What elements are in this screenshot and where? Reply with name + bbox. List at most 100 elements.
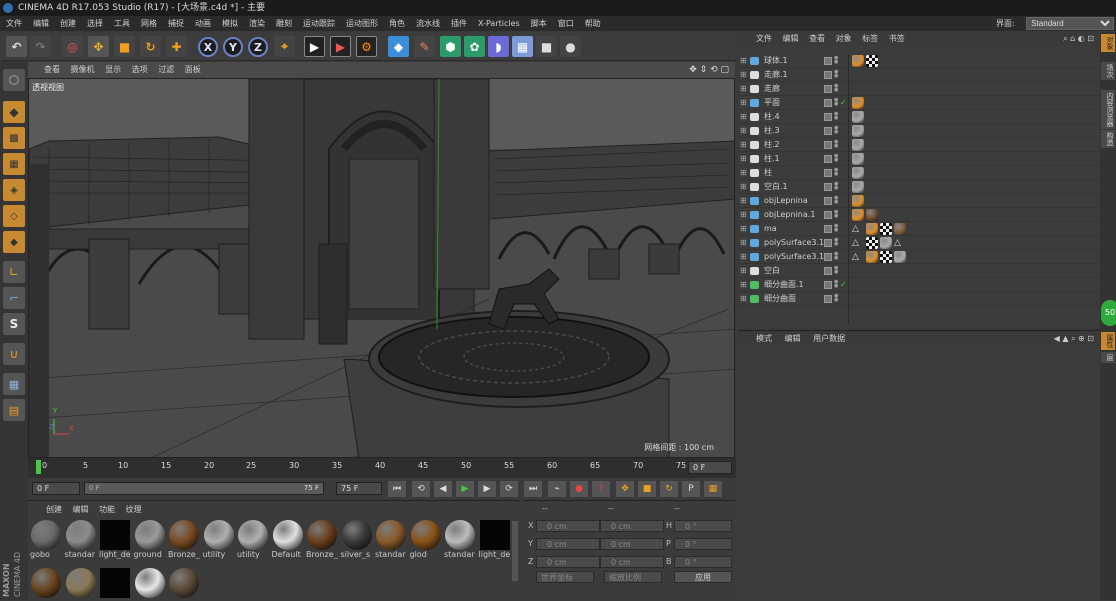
coord-pos-x[interactable]: 0 cm <box>536 520 600 532</box>
go-to-start-icon[interactable]: ⏮ <box>388 481 406 497</box>
tab-layers[interactable]: 层 <box>1101 352 1115 363</box>
layer-icon[interactable] <box>824 155 832 163</box>
material-swatch[interactable]: standar <box>444 519 476 564</box>
visibility-dots-icon[interactable]: ● ● <box>834 252 839 262</box>
material-tag-icon[interactable] <box>866 209 878 221</box>
prev-key-icon[interactable]: ⟲ <box>412 481 430 497</box>
viewport-menu-camera[interactable]: 摄像机 <box>71 65 95 74</box>
material-tag-icon[interactable] <box>852 111 864 123</box>
column-divider[interactable] <box>848 54 849 324</box>
rotate-tool-icon[interactable]: ↻ <box>140 36 161 57</box>
object-row[interactable]: ⊞ objLepnina.1 ● ● <box>738 208 1100 222</box>
pen-tool-icon[interactable]: ✎ <box>414 36 435 57</box>
material-tag-icon[interactable] <box>866 251 878 263</box>
material-tag-icon[interactable] <box>852 125 864 137</box>
expand-icon[interactable]: ⊞ <box>740 82 747 96</box>
attribute-menu-mode[interactable]: 模式 <box>756 334 772 343</box>
edges-mode-icon[interactable]: ◇ <box>3 205 25 227</box>
coord-pos-z[interactable]: 0 cm <box>536 556 600 568</box>
viewport-menu-view[interactable]: 查看 <box>44 65 60 74</box>
material-tag-icon[interactable] <box>894 251 906 263</box>
layer-icon[interactable] <box>824 85 832 93</box>
visibility-dots-icon[interactable]: ● ● <box>834 126 839 136</box>
layer-icon[interactable] <box>824 127 832 135</box>
tab-objects[interactable]: 对象 <box>1101 34 1115 52</box>
menu-pipeline[interactable]: 流水线 <box>416 19 440 28</box>
live-select-icon[interactable]: ◎ <box>62 36 83 57</box>
visibility-dots-icon[interactable]: ● ● <box>834 182 839 192</box>
visibility-dots-icon[interactable]: ● ● <box>834 210 839 220</box>
object-name[interactable]: 细分曲面.1 <box>764 278 804 292</box>
cloner-icon[interactable]: ✿ <box>464 36 485 57</box>
tab-content-browser[interactable]: 内容浏览器 <box>1101 90 1115 129</box>
object-row[interactable]: ⊞ 球体.1 ● ● <box>738 54 1100 68</box>
render-settings-icon[interactable]: ⚙ <box>356 36 377 57</box>
floor-icon[interactable]: ▦ <box>512 36 533 57</box>
visibility-dots-icon[interactable]: ● ● <box>834 70 839 80</box>
render-view-icon[interactable]: ▶ <box>304 36 325 57</box>
subdivision-icon[interactable]: ⬢ <box>440 36 461 57</box>
tab-structure[interactable]: 构造 <box>1101 130 1115 148</box>
camera-icon[interactable]: ■ <box>536 36 557 57</box>
material-scrollbar[interactable] <box>512 521 518 581</box>
end-frame-field[interactable]: 75 F <box>336 482 382 495</box>
material-swatch[interactable] <box>30 567 62 599</box>
material-tag-icon[interactable] <box>852 139 864 151</box>
expand-icon[interactable]: ⊞ <box>740 180 747 194</box>
enabled-check-icon[interactable]: ✓ <box>840 278 847 292</box>
material-tag-icon[interactable] <box>880 237 892 249</box>
viewport-menu-panel[interactable]: 面板 <box>185 65 201 74</box>
viewport-menu-options[interactable]: 选项 <box>132 65 148 74</box>
menu-mograph[interactable]: 运动图形 <box>346 19 378 28</box>
menu-tools[interactable]: 工具 <box>114 19 130 28</box>
material-tag-icon[interactable] <box>852 195 864 207</box>
material-tag-icon[interactable] <box>894 223 906 235</box>
expand-icon[interactable]: ⊞ <box>740 194 747 208</box>
object-search-icons[interactable]: ⌕ ⌂ ◐ ⊡ <box>1063 32 1094 46</box>
object-name[interactable]: 平面 <box>764 96 780 110</box>
layer-icon[interactable] <box>824 183 832 191</box>
expand-icon[interactable]: ⊞ <box>740 124 747 138</box>
polygons-mode-icon[interactable]: ◆ <box>3 231 25 253</box>
phong-tag-icon[interactable]: △ <box>894 237 906 249</box>
texture-tag-icon[interactable] <box>866 237 878 249</box>
play-icon[interactable]: ▶ <box>456 481 474 497</box>
cube-icon[interactable]: ◆ <box>388 36 409 57</box>
apply-button[interactable]: 应用 <box>674 571 732 583</box>
material-swatch[interactable]: gobo <box>30 519 62 564</box>
material-swatch[interactable]: Bronze_ <box>306 519 338 564</box>
redo-icon[interactable]: ↷ <box>30 36 51 57</box>
coord-rot-p[interactable]: 0 ° <box>674 538 732 550</box>
material-swatch[interactable]: light_de <box>479 519 511 564</box>
motion-record-icon[interactable]: ⌁ <box>548 481 566 497</box>
phong-tag-icon[interactable]: △ <box>852 223 864 235</box>
layer-icon[interactable] <box>824 57 832 65</box>
interface-select[interactable]: Standard <box>1026 17 1115 30</box>
menu-edit[interactable]: 编辑 <box>33 19 49 28</box>
coord-space-select[interactable]: 世界坐标 <box>536 571 594 583</box>
viewport-menu-display[interactable]: 显示 <box>105 65 121 74</box>
object-name[interactable]: 柱.3 <box>764 124 780 138</box>
prev-frame-icon[interactable]: ◀ <box>434 481 452 497</box>
visibility-dots-icon[interactable]: ● ● <box>834 224 839 234</box>
render-badge[interactable]: 50 <box>1101 300 1116 326</box>
menu-create[interactable]: 创建 <box>60 19 76 28</box>
visibility-dots-icon[interactable]: ● ● <box>834 154 839 164</box>
object-row[interactable]: ⊞ 走廊.1 ● ● <box>738 68 1100 82</box>
coord-scale-select[interactable]: 缩放比例 <box>604 571 662 583</box>
visibility-dots-icon[interactable]: ● ● <box>834 196 839 206</box>
workplane-mode-icon[interactable]: ▦ <box>3 153 25 175</box>
object-name[interactable]: 细分曲面 <box>764 292 796 306</box>
layer-icon[interactable] <box>824 281 832 289</box>
object-name[interactable]: objLepnina <box>764 194 808 208</box>
menu-file[interactable]: 文件 <box>6 19 22 28</box>
menu-render[interactable]: 渲染 <box>249 19 265 28</box>
visibility-dots-icon[interactable]: ● ● <box>834 168 839 178</box>
menu-script[interactable]: 脚本 <box>531 19 547 28</box>
visibility-dots-icon[interactable]: ● ● <box>834 56 839 66</box>
object-name[interactable]: 柱.2 <box>764 138 780 152</box>
visibility-dots-icon[interactable]: ● ● <box>834 238 839 248</box>
magnet-icon[interactable]: ∪ <box>3 343 25 365</box>
tab-takes[interactable]: 场次 <box>1101 62 1115 80</box>
material-tag-icon[interactable] <box>852 209 864 221</box>
